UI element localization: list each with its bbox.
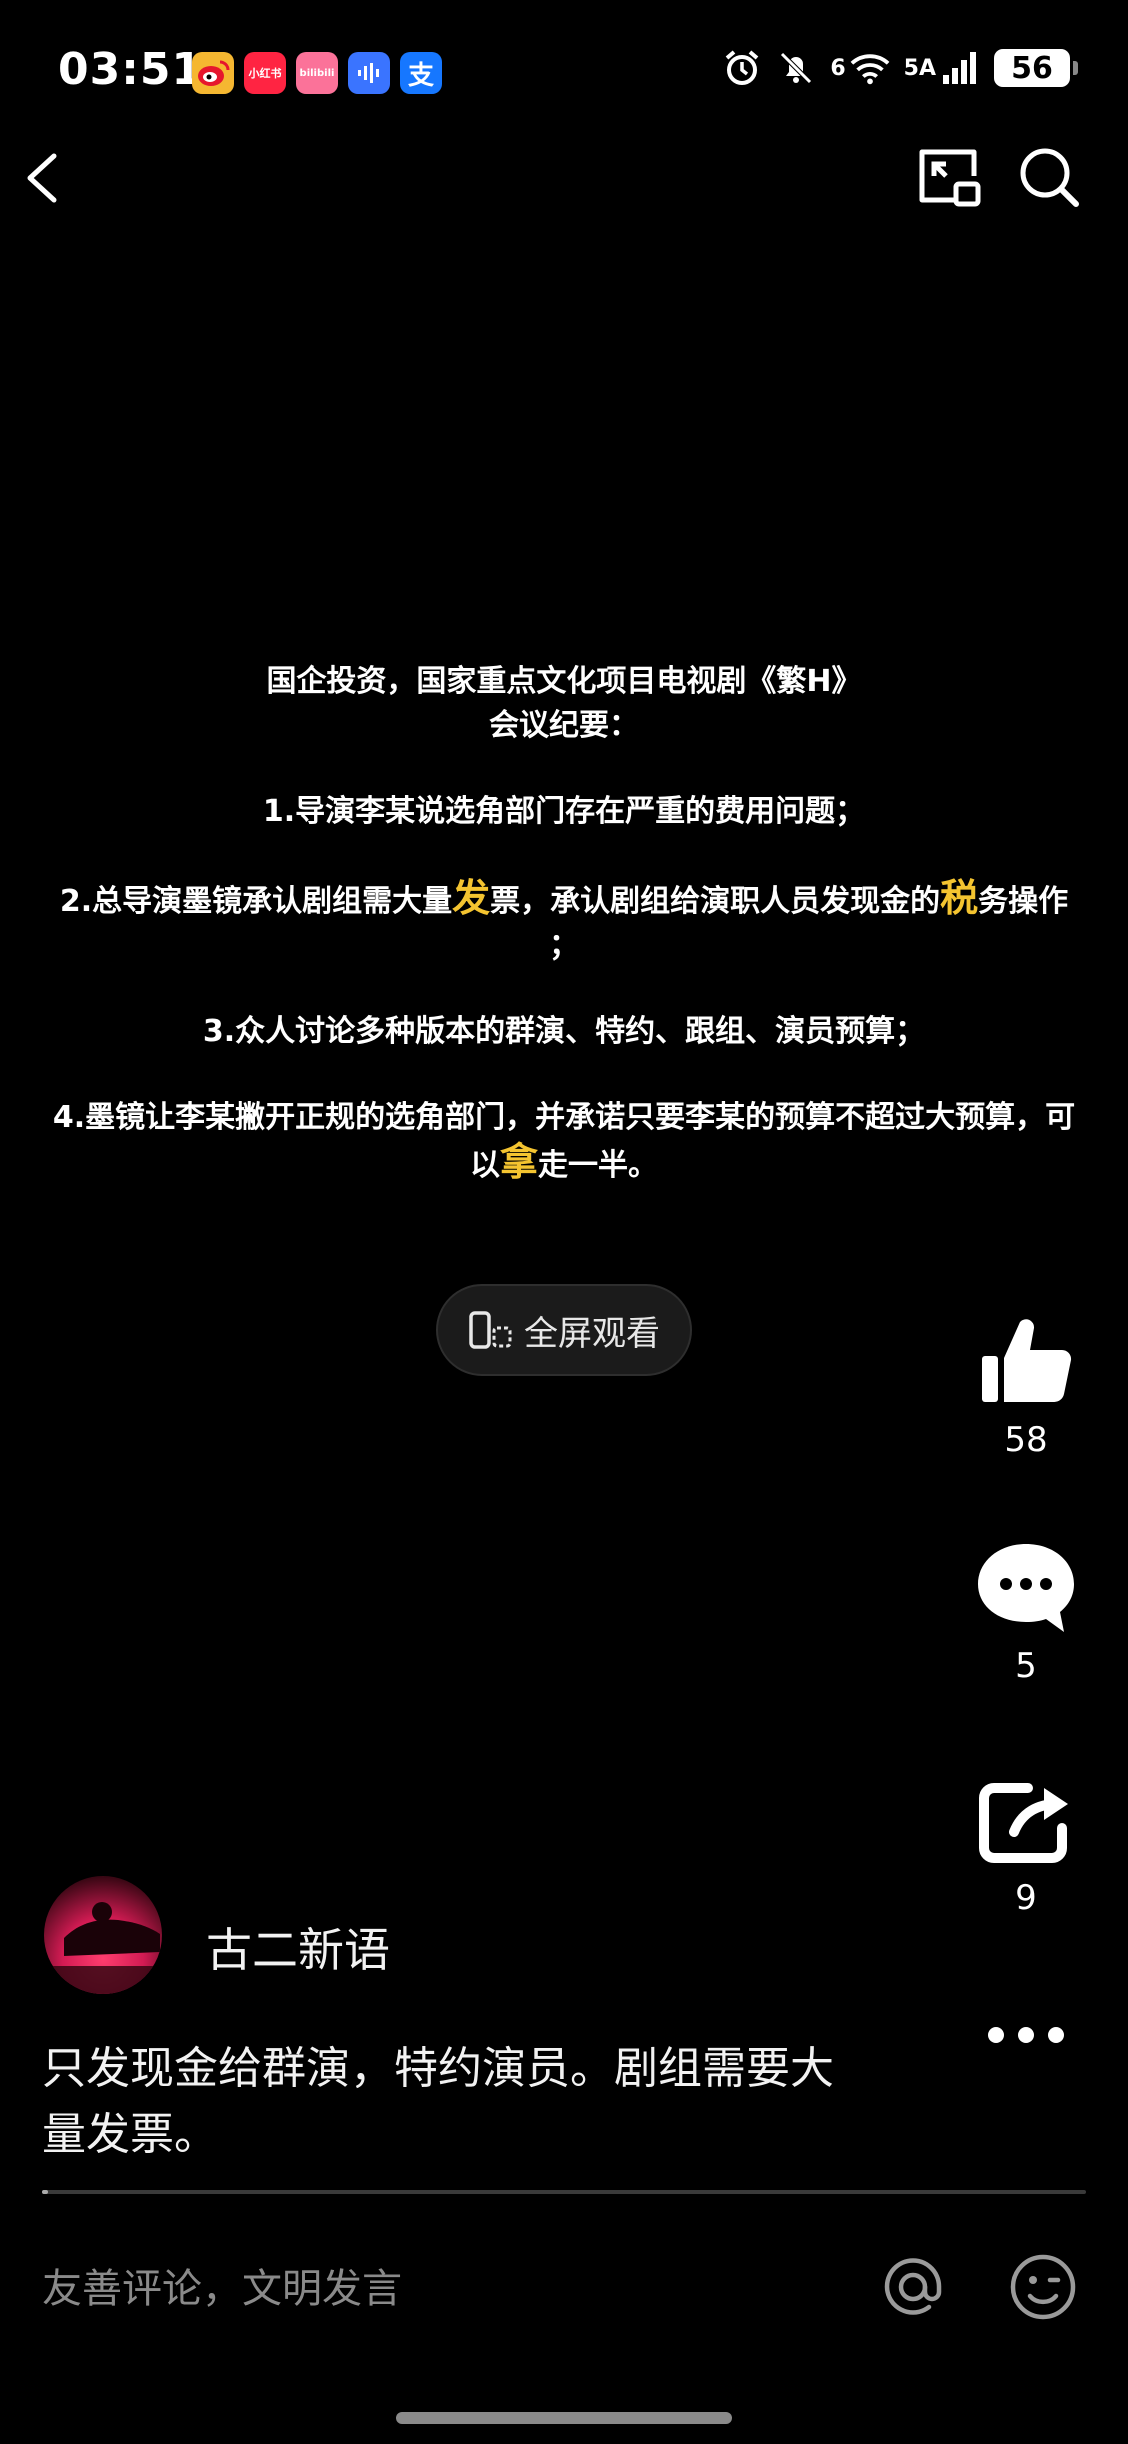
post-caption: 只发现金给群演，特约演员。剧组需要大 量发票。 [42, 2043, 834, 2160]
rotate-screen-icon [469, 1311, 512, 1349]
more-dots-icon [988, 2027, 1064, 2043]
emoji-button[interactable] [1008, 2252, 1078, 2322]
battery-icon: 56 [994, 49, 1078, 87]
thumbs-up-icon [982, 1319, 1072, 1403]
voice-app-icon [348, 52, 390, 94]
mute-bell-icon [776, 48, 816, 88]
share-icon [979, 1783, 1068, 1863]
fullscreen-button[interactable]: 全屏观看 [436, 1284, 692, 1376]
comment-input[interactable]: 友善评论，文明发言 [42, 2256, 402, 2314]
smiley-icon [1010, 2254, 1076, 2320]
wifi-6-label: 6 [830, 55, 846, 81]
at-sign-icon [884, 2258, 942, 2315]
video-point-3: 3.众人讨论多种版本的群演、特约、跟组、演员预算； [202, 1014, 926, 1049]
signal-icon [940, 48, 980, 88]
weibo-icon [192, 52, 234, 94]
wifi-icon [850, 48, 890, 88]
video-point-1: 1.导演李某说选角部门存在严重的费用问题； [262, 794, 866, 829]
pip-icon [919, 149, 981, 207]
alarm-icon [722, 48, 762, 88]
share-count: 9 [1015, 1878, 1037, 1918]
video-point-2-end: ； [549, 928, 579, 963]
cellular-5a-label: 5A [903, 55, 936, 81]
alipay-icon: 支 [400, 52, 442, 94]
author-name[interactable]: 古二新语 [206, 1914, 390, 1980]
fullscreen-label: 全屏观看 [524, 1313, 660, 1354]
comment-count: 5 [1015, 1646, 1037, 1686]
video-title-line: 会议纪要： [489, 708, 639, 743]
video-point-4-cont: 以拿走一半。 [469, 1140, 658, 1184]
video-point-4: 4.墨镜让李某撇开正规的选角部门，并承诺只要李某的预算不超过大预算，可 [52, 1100, 1076, 1135]
author-avatar[interactable] [44, 1876, 162, 1994]
chevron-left-icon [27, 153, 57, 203]
like-button[interactable]: 58 [966, 1314, 1086, 1460]
comment-bubble-icon [978, 1544, 1074, 1632]
search-button[interactable] [1016, 144, 1082, 210]
picture-in-picture-button[interactable] [916, 146, 982, 210]
video-title-line: 国企投资，国家重点文化项目电视剧《繁H》 [266, 664, 862, 699]
comment-button[interactable]: 5 [966, 1540, 1086, 1686]
back-button[interactable] [14, 148, 74, 208]
status-bar: 03:51 小红书 bilibili 支 6 5A 56 [0, 0, 1128, 150]
video-progress-fill [42, 2190, 48, 2194]
notification-app-icons: 小红书 bilibili 支 [192, 52, 442, 94]
video-point-2: 2.总导演墨镜承认剧组需大量发票，承认剧组给演职人员发现金的税务操作 [59, 876, 1069, 920]
video-player[interactable]: 国企投资，国家重点文化项目电视剧《繁H》 会议纪要： 1.导演李某说选角部门存在… [0, 660, 1128, 1188]
bilibili-icon: bilibili [296, 52, 338, 94]
like-count: 58 [1004, 1420, 1048, 1460]
more-button[interactable] [966, 2020, 1086, 2054]
status-time: 03:51 [58, 44, 204, 95]
status-indicators: 6 5A 56 [722, 48, 1078, 88]
mention-button[interactable] [878, 2252, 948, 2322]
xiaohongshu-icon: 小红书 [244, 52, 286, 94]
share-button[interactable]: 9 [966, 1778, 1086, 1918]
video-progress-bar[interactable] [42, 2190, 1086, 2194]
home-indicator[interactable] [396, 2412, 732, 2424]
search-icon [1020, 148, 1079, 207]
